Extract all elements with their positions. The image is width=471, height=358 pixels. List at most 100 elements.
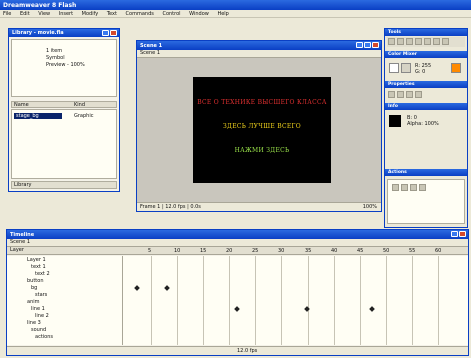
text-tool-icon[interactable] [415,38,422,45]
menu-edit[interactable]: Edit [20,11,30,17]
frame-label: 50 [383,248,390,254]
timeline-footer: 12.0 fps [7,346,468,355]
frame-tick [177,256,178,345]
minimize-icon[interactable] [102,30,109,36]
fps-readout: 12.0 fps [237,348,258,354]
info-titlebar: Info [385,103,467,110]
layer-list: Layer 1 text 1 text 2 button bg stars anim line… [7,256,123,345]
timeline-body: Layer 1 text 1 text 2 button bg stars anim line… [7,256,468,345]
frame-tick [281,256,282,345]
find-icon[interactable] [401,184,408,191]
library-item[interactable]: stage_bg [14,113,62,119]
layer-row[interactable]: stars [7,292,122,298]
frame-label: 20 [226,248,233,254]
frame-label: 10 [174,248,181,254]
menu-file[interactable]: File [3,11,11,17]
menu-help[interactable]: Help [217,11,228,17]
info-title: Info [388,104,398,109]
fill-icon[interactable] [424,38,431,45]
frame-tick [438,256,439,345]
layer-row[interactable]: Layer 1 [7,257,122,263]
library-panel: Library - movie.fla 1 item Symbol Previe… [8,28,120,192]
right-panel: Tools Color Mixer R: 255 G: 0 Properties… [384,28,468,228]
scene-label[interactable]: Scene 1 [10,239,30,245]
eraser-icon[interactable] [442,38,449,45]
swatch-grey[interactable] [401,63,411,73]
tab-scene[interactable]: Scene 1 [140,50,160,56]
menu-window[interactable]: Window [189,11,209,17]
field-g[interactable]: G: 0 [415,69,449,75]
swatch-orange[interactable] [451,63,461,73]
keyframe-marker[interactable] [234,306,240,312]
document-tabbar: Scene 1 [137,50,381,58]
menu-view[interactable]: View [38,11,50,17]
layer-row[interactable]: sound [7,327,122,333]
frame-grid[interactable] [125,256,462,345]
frame-label: 40 [331,248,338,254]
bold-icon[interactable] [415,91,422,98]
menu-text[interactable]: Text [107,11,117,17]
library-info-2: Symbol [46,55,65,61]
format-icon[interactable] [419,184,426,191]
document-status: Frame 1 | 12.0 fps | 0.0s [140,204,201,210]
properties-row [387,90,465,98]
frame-label: 35 [305,248,312,254]
frame-tick [229,256,230,345]
swatch-black[interactable] [389,115,401,127]
layer-row[interactable]: actions [7,334,122,340]
layer-row[interactable]: line 3 [7,320,122,326]
pen-icon[interactable] [397,38,404,45]
align-center-icon[interactable] [397,91,404,98]
library-preview: 1 item Symbol Preview - 100% [11,39,117,97]
arrow-icon[interactable] [388,38,395,45]
layer-row[interactable]: line 1 [7,306,122,312]
close-icon[interactable] [110,30,117,36]
layer-row[interactable]: bg [7,285,122,291]
library-info-3: Preview - 100% [46,62,85,68]
keyframe-marker[interactable] [369,306,375,312]
document-titlebar: Scene 1 [137,41,381,50]
menu-control[interactable]: Control [162,11,180,17]
layer-row[interactable]: text 1 [7,264,122,270]
brush-icon[interactable] [406,38,413,45]
close-icon[interactable] [459,231,466,237]
maximize-icon[interactable] [451,231,458,237]
align-left-icon[interactable] [388,91,395,98]
frame-tick [151,256,152,345]
zoom-value[interactable]: 100% [363,204,377,210]
frame-ruler[interactable]: 5 10 15 20 25 30 35 40 45 50 55 60 [125,247,462,254]
field-alpha[interactable]: Alpha: 100% [407,121,463,127]
actions-area[interactable] [387,179,465,224]
layer-row[interactable]: text 2 [7,271,122,277]
color-mixer-titlebar: Color Mixer [385,51,467,58]
timeline-header: Layer 5 10 15 20 25 30 35 40 45 50 55 60 [7,247,468,255]
swatch-white[interactable] [389,63,399,73]
frame-label: 25 [252,248,259,254]
actions-title: Actions [388,170,407,175]
color-fields: R: 255 G: 0 [415,63,449,75]
menu-insert[interactable]: Insert [59,11,73,17]
library-col-kind[interactable]: Kind [74,102,85,108]
keyframe-marker[interactable] [134,285,140,291]
add-action-icon[interactable] [392,184,399,191]
minimize-icon[interactable] [356,42,363,48]
actions-titlebar: Actions [385,169,467,176]
menu-modify[interactable]: Modify [82,11,99,17]
check-syntax-icon[interactable] [410,184,417,191]
maximize-icon[interactable] [364,42,371,48]
layer-row[interactable]: anim [7,299,122,305]
align-right-icon[interactable] [406,91,413,98]
menu-commands[interactable]: Commands [126,11,154,17]
zoom-icon[interactable] [433,38,440,45]
keyframe-marker[interactable] [164,285,170,291]
info-fields: B: 0 Alpha: 100% [407,115,463,127]
layer-row[interactable]: button [7,278,122,284]
frame-tick [308,256,309,345]
layer-row[interactable]: line 2 [7,313,122,319]
stage-button-label[interactable]: НАЖМИ ЗДЕСЬ [193,147,331,154]
menu-bar: File Edit View Insert Modify Text Comman… [0,10,471,18]
close-icon[interactable] [372,42,379,48]
library-col-name[interactable]: Name [14,102,29,108]
document-statusbar: Frame 1 | 12.0 fps | 0.0s 100% [137,202,381,211]
library-footer: Library [11,181,117,189]
